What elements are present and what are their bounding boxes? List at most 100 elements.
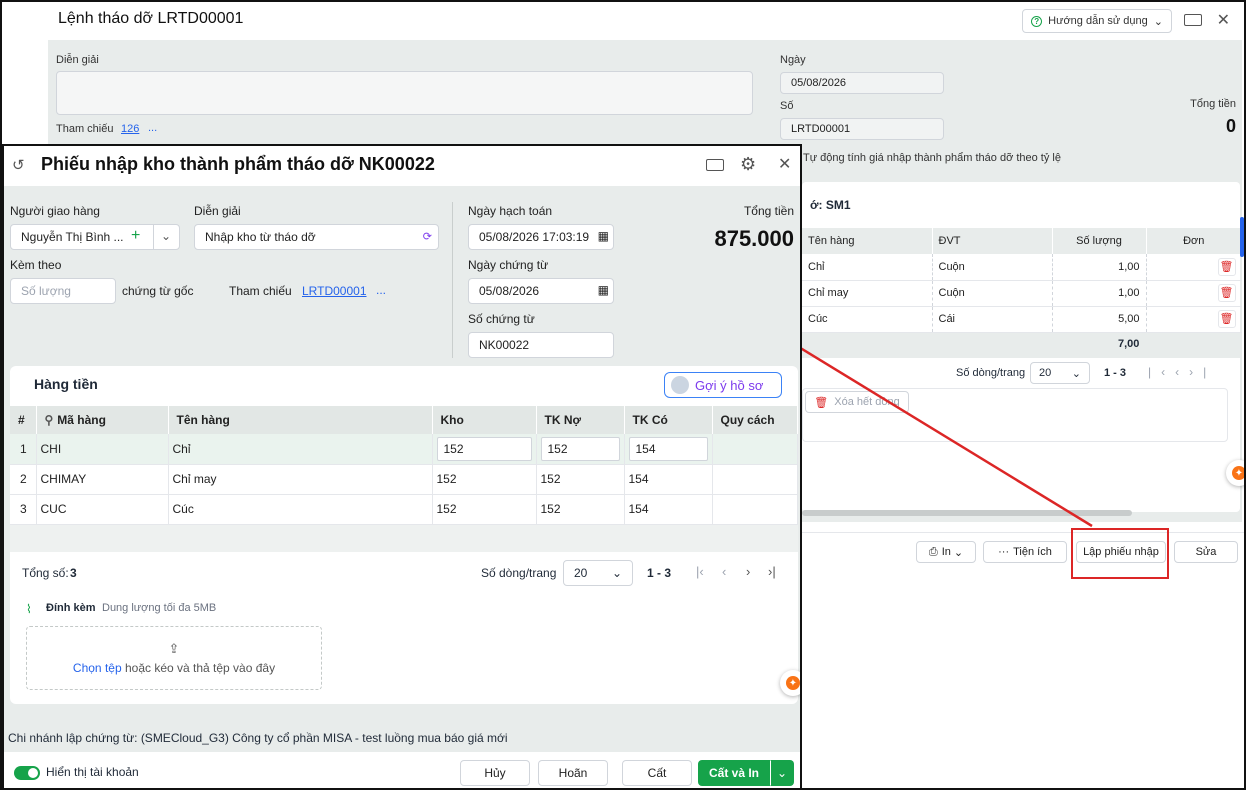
cell-index: 2 xyxy=(10,464,37,495)
table-header: # ⚲ Mã hàng Tên hàng Kho TK Nợ TK Có Quy … xyxy=(10,406,798,434)
nguoi-giao-label: Người giao hàng xyxy=(10,204,100,218)
gear-icon[interactable]: ⚙ xyxy=(740,154,756,175)
nguoi-giao-value: Nguyễn Thị Bình ... xyxy=(21,230,124,244)
col-index: # xyxy=(10,406,37,434)
tham-chieu-more[interactable]: ... xyxy=(376,283,386,297)
dien-giai-value: Nhập kho từ tháo dỡ xyxy=(205,230,316,244)
pin-icon[interactable]: ⚲ xyxy=(45,413,54,427)
postpone-button[interactable]: Hoãn xyxy=(538,760,608,786)
cancel-button[interactable]: Hủy xyxy=(460,760,530,786)
col-ma-hang-label: Mã hàng xyxy=(57,413,106,427)
so-luong-input[interactable]: Số lượng xyxy=(10,278,116,304)
dialog-title: Phiếu nhập kho thành phẩm tháo dỡ NK0002… xyxy=(41,154,435,174)
kem-theo-label: Kèm theo xyxy=(10,258,62,272)
ai-suggest-icon[interactable]: ⟳ xyxy=(423,230,432,243)
upload-icon: ⇪ xyxy=(168,641,180,656)
cell-name[interactable]: Chỉ xyxy=(168,434,433,465)
save-button[interactable]: Cất xyxy=(622,760,692,786)
first-page-icon[interactable]: |‹ xyxy=(696,564,704,579)
choose-file-link[interactable]: Chọn tệp xyxy=(73,661,122,675)
table-row[interactable]: 2 CHIMAY Chỉ may 152 152 154 xyxy=(10,464,798,495)
tong-tien-value: 875.000 xyxy=(714,226,794,251)
prev-page-icon[interactable]: ‹ xyxy=(722,564,726,579)
cell-code[interactable]: CUC xyxy=(36,494,169,525)
ngay-chung-tu-input[interactable]: 05/08/2026 ▦ xyxy=(468,278,614,304)
suggest-label: Gợi ý hồ sơ xyxy=(695,377,764,393)
cell-name[interactable]: Chỉ may xyxy=(168,464,433,495)
paperclip-icon: ⌇ xyxy=(26,602,32,616)
show-account-toggle[interactable] xyxy=(14,766,40,780)
dialog-footer: Hiển thị tài khoản Hủy Hoãn Cất Cất và I… xyxy=(4,752,800,788)
dialog-header: ↺ Phiếu nhập kho thành phẩm tháo dỡ NK00… xyxy=(4,146,800,186)
chevron-down-icon: ⌄ xyxy=(611,566,622,580)
show-account-label: Hiển thị tài khoản xyxy=(46,765,139,779)
suggest-profile-button[interactable]: Gợi ý hồ sơ xyxy=(664,372,782,398)
assistant-fab[interactable]: ✦ xyxy=(780,670,800,696)
page-size-select[interactable]: 20 ⌄ xyxy=(563,560,633,586)
table-empty-area xyxy=(10,524,798,552)
last-page-icon[interactable]: ›| xyxy=(768,564,776,579)
chevron-down-icon[interactable]: ⌄ xyxy=(161,229,171,243)
cell-tk-co[interactable]: 154 xyxy=(624,464,713,495)
tong-so-value: 3 xyxy=(70,566,77,580)
col-kho: Kho xyxy=(432,406,537,434)
calendar-icon[interactable]: ▦ xyxy=(597,229,609,243)
file-drop-zone[interactable]: ⇪ Chọn tệp hoặc kéo và thả tệp vào đây xyxy=(26,626,322,690)
tong-tien-label: Tổng tiền xyxy=(743,204,794,218)
page-range: 1 - 3 xyxy=(647,566,672,580)
dien-giai-label: Diễn giải xyxy=(194,204,241,218)
drop-text: hoặc kéo và thả tệp vào đây xyxy=(124,661,276,675)
keyboard-icon[interactable] xyxy=(706,159,724,171)
cell-kho[interactable]: 152 xyxy=(432,464,537,495)
chung-tu-goc-label: chứng từ gốc xyxy=(122,284,194,298)
tham-chieu-link[interactable]: LRTD00001 xyxy=(302,284,367,298)
section-title: Hàng tiền xyxy=(34,376,98,392)
so-chung-tu-input[interactable]: NK00022 xyxy=(468,332,614,358)
cell-tk-no[interactable]: 152 xyxy=(536,494,625,525)
ngay-hach-toan-input[interactable]: 05/08/2026 17:03:19 ▦ xyxy=(468,224,614,250)
save-print-button[interactable]: Cất và In xyxy=(698,760,770,786)
next-page-icon[interactable]: › xyxy=(746,564,750,579)
table-row[interactable]: 1 CHI Chỉ 152 152 154 xyxy=(10,434,798,465)
cell-code[interactable]: CHI xyxy=(36,434,169,465)
ngay-chung-tu-label: Ngày chứng từ xyxy=(468,258,549,272)
cell-name[interactable]: Cúc xyxy=(168,494,433,525)
ngay-hach-toan-label: Ngày hạch toán xyxy=(468,204,553,218)
col-ten-hang: Tên hàng xyxy=(168,406,433,434)
chevron-down-icon: ⌄ xyxy=(776,766,788,780)
cell-tk-no[interactable]: 152 xyxy=(536,464,625,495)
cell-kho-input[interactable]: 152 xyxy=(436,436,532,461)
sparkle-icon: ✦ xyxy=(786,676,800,690)
attach-limit: Dung lượng tối đa 5MB xyxy=(102,602,217,614)
ngay-chung-tu-value: 05/08/2026 xyxy=(479,284,540,298)
cell-tk-no-input[interactable]: 152 xyxy=(540,436,620,461)
page-size-value: 20 xyxy=(574,566,588,580)
cell-kho[interactable]: 152 xyxy=(432,494,537,525)
so-chung-tu-label: Số chứng từ xyxy=(468,312,535,326)
close-icon[interactable]: ✕ xyxy=(778,154,791,174)
so-luong-placeholder: Số lượng xyxy=(21,284,71,298)
col-tk-no: TK Nợ xyxy=(536,406,625,434)
save-print-dropdown[interactable]: ⌄ xyxy=(770,760,794,786)
tham-chieu-label: Tham chiếu xyxy=(229,284,292,298)
screen: Lệnh tháo dỡ LRTD00001 ? Hướng dẫn sử dụ… xyxy=(0,0,1246,790)
col-tk-co: TK Có xyxy=(624,406,713,434)
col-quy-cach: Quy cách xyxy=(712,406,798,434)
cell-code[interactable]: CHIMAY xyxy=(36,464,169,495)
cell-quy-cach[interactable] xyxy=(712,464,798,495)
cell-index: 3 xyxy=(10,494,37,525)
dien-giai-input[interactable]: Nhập kho từ tháo dỡ ⟳ xyxy=(194,224,439,250)
add-icon[interactable]: + xyxy=(131,227,140,245)
receipt-dialog: ↺ Phiếu nhập kho thành phẩm tháo dỡ NK00… xyxy=(2,144,802,788)
col-ma-hang: ⚲ Mã hàng xyxy=(36,406,169,434)
table-row[interactable]: 3 CUC Cúc 152 152 154 xyxy=(10,494,798,525)
cell-quy-cach[interactable] xyxy=(712,434,798,465)
cell-tk-co-input[interactable]: 154 xyxy=(628,436,708,461)
history-icon[interactable]: ↺ xyxy=(12,156,25,174)
calendar-icon[interactable]: ▦ xyxy=(598,283,609,297)
tong-so-label: Tổng số: xyxy=(22,566,69,580)
nguoi-giao-input[interactable]: Nguyễn Thị Bình ... + ⌄ xyxy=(10,224,180,250)
page-size-label: Số dòng/trang xyxy=(481,566,557,580)
cell-quy-cach[interactable] xyxy=(712,494,798,525)
cell-tk-co[interactable]: 154 xyxy=(624,494,713,525)
